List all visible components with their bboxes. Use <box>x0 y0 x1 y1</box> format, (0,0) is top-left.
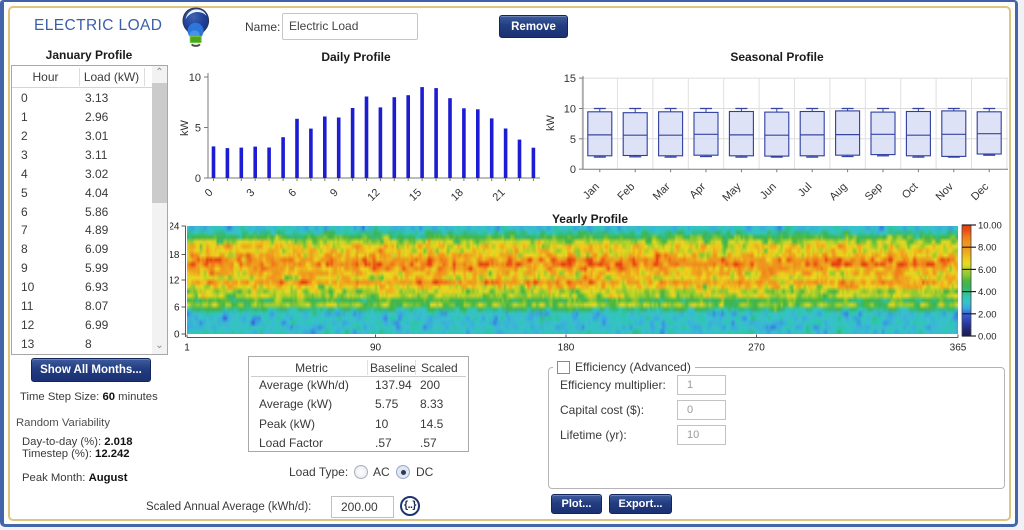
svg-text:8.00: 8.00 <box>978 243 997 254</box>
svg-text:15: 15 <box>564 73 576 85</box>
svg-text:90: 90 <box>370 343 382 354</box>
svg-text:Feb: Feb <box>615 181 637 203</box>
svg-text:Apr: Apr <box>688 181 709 202</box>
svg-text:0.00: 0.00 <box>978 332 997 343</box>
svg-text:Aug: Aug <box>827 181 849 203</box>
svg-text:6: 6 <box>286 187 299 200</box>
svg-text:Jul: Jul <box>796 181 814 199</box>
svg-text:Mar: Mar <box>651 181 673 203</box>
svg-text:21: 21 <box>491 187 508 204</box>
svg-text:Nov: Nov <box>934 180 957 203</box>
svg-text:0: 0 <box>195 173 201 185</box>
svg-text:12: 12 <box>365 187 382 204</box>
svg-text:4.00: 4.00 <box>978 287 997 298</box>
svg-text:180: 180 <box>558 343 575 354</box>
svg-text:270: 270 <box>748 343 765 354</box>
svg-text:9: 9 <box>328 187 341 200</box>
svg-text:24: 24 <box>170 222 180 233</box>
svg-text:Sep: Sep <box>863 181 885 203</box>
svg-text:3: 3 <box>245 187 258 200</box>
svg-text:18: 18 <box>170 250 180 261</box>
svg-text:1: 1 <box>184 343 190 354</box>
svg-text:0: 0 <box>174 330 180 341</box>
svg-text:10.00: 10.00 <box>978 221 1002 232</box>
svg-text:15: 15 <box>407 187 424 204</box>
svg-text:Jun: Jun <box>758 181 779 202</box>
svg-text:0: 0 <box>203 187 216 200</box>
svg-text:kW: kW <box>545 114 557 131</box>
svg-text:10: 10 <box>189 72 201 84</box>
svg-text:5: 5 <box>195 123 201 135</box>
svg-text:12: 12 <box>170 276 180 287</box>
svg-text:kW: kW <box>179 119 191 136</box>
svg-text:May: May <box>720 180 744 204</box>
svg-text:2.00: 2.00 <box>978 309 997 320</box>
svg-text:Jan: Jan <box>581 181 602 202</box>
svg-text:5: 5 <box>570 134 576 146</box>
svg-text:0: 0 <box>570 164 576 176</box>
svg-text:18: 18 <box>449 187 466 204</box>
svg-text:10: 10 <box>564 104 576 116</box>
svg-text:6: 6 <box>174 303 180 314</box>
svg-text:Dec: Dec <box>969 180 992 203</box>
svg-text:Oct: Oct <box>900 181 921 202</box>
svg-text:6.00: 6.00 <box>978 265 997 276</box>
